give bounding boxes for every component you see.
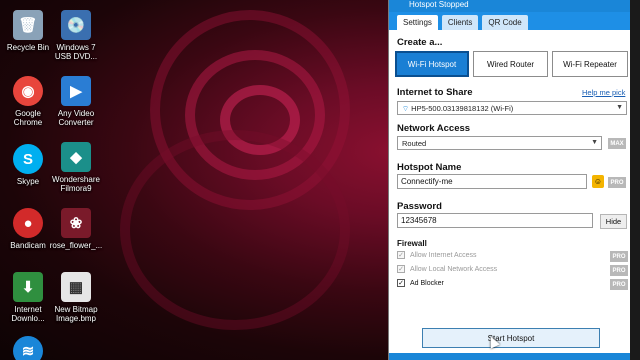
desktop-icon-bitmap-image[interactable]: ▦ New Bitmap Image.bmp bbox=[48, 272, 104, 323]
internet-select[interactable]: ⌔ HP5-500.03139818132 (Wi-Fi) ▼ bbox=[397, 101, 627, 115]
emoji-icon[interactable]: ☺ bbox=[592, 175, 604, 188]
create-title: Create a... bbox=[397, 37, 443, 48]
idm-icon: ⬇ bbox=[13, 272, 43, 302]
desktop-icon-usb-dvd-tool[interactable]: 💿 Windows 7 USB DVD... bbox=[48, 10, 104, 61]
ad-blocker-checkbox[interactable]: ✓ bbox=[397, 279, 405, 287]
chevron-down-icon: ▼ bbox=[616, 104, 623, 111]
bitmap-file-icon: ▦ bbox=[61, 272, 91, 302]
image-file-icon: ❀ bbox=[61, 208, 91, 238]
bandicam-icon: ● bbox=[13, 208, 43, 238]
desktop-icon-rose-image[interactable]: ❀ rose_flower_... bbox=[48, 208, 104, 250]
skype-icon: S bbox=[13, 144, 43, 174]
chrome-icon: ◉ bbox=[13, 76, 43, 106]
desktop-icon-video-converter[interactable]: ▶ Any Video Converter bbox=[48, 76, 104, 127]
usb-dvd-tool-icon: 💿 bbox=[61, 10, 91, 40]
screen-edge bbox=[630, 0, 640, 360]
desktop-icon-filmora[interactable]: ◆ Wondershare Filmora9 bbox=[48, 142, 104, 193]
pro-badge: PRO bbox=[608, 177, 626, 188]
allow-internet-access-row: ✓ Allow Internet Access bbox=[397, 251, 477, 259]
pro-badge: PRO bbox=[610, 279, 628, 290]
wifi-hotspot-button[interactable]: Wi-Fi Hotspot bbox=[395, 51, 469, 77]
connectify-window: Hotspot Stopped Settings Clients QR Code… bbox=[388, 0, 631, 360]
internet-title: Internet to Share bbox=[397, 87, 473, 98]
allow-internet-access-checkbox[interactable]: ✓ bbox=[397, 251, 405, 259]
firewall-title: Firewall bbox=[397, 239, 427, 248]
allow-local-network-access-row: ✓ Allow Local Network Access bbox=[397, 265, 498, 273]
recycle-bin-icon: 🗑 bbox=[13, 10, 43, 40]
wifi-icon: ⌔ bbox=[402, 104, 410, 113]
pro-badge: PRO bbox=[610, 251, 628, 262]
network-access-select[interactable]: Routed ▼ bbox=[397, 136, 602, 150]
chevron-down-icon: ▼ bbox=[591, 139, 598, 146]
tab-settings[interactable]: Settings bbox=[397, 15, 438, 30]
network-access-title: Network Access bbox=[397, 123, 471, 134]
hotspot-name-input[interactable]: Connectify-me bbox=[397, 174, 587, 189]
window-title: Hotspot Stopped bbox=[389, 0, 630, 12]
start-hotspot-button[interactable]: Start Hotspot bbox=[422, 328, 600, 348]
tab-qr-code[interactable]: QR Code bbox=[482, 15, 528, 30]
filmora-icon: ◆ bbox=[61, 142, 91, 172]
wifi-repeater-button[interactable]: Wi-Fi Repeater bbox=[552, 51, 628, 77]
connectify-icon: ≋ bbox=[13, 336, 43, 360]
status-strip bbox=[389, 353, 631, 360]
pro-badge: PRO bbox=[610, 265, 628, 276]
hide-password-button[interactable]: Hide bbox=[600, 214, 627, 229]
max-badge: MAX bbox=[608, 138, 626, 149]
tab-bar: Settings Clients QR Code bbox=[389, 12, 630, 30]
video-converter-icon: ▶ bbox=[61, 76, 91, 106]
help-me-pick-link[interactable]: Help me pick bbox=[582, 88, 625, 97]
hotspot-name-title: Hotspot Name bbox=[397, 162, 462, 173]
ad-blocker-row: ✓ Ad Blocker bbox=[397, 279, 444, 287]
tab-clients[interactable]: Clients bbox=[441, 15, 479, 30]
password-title: Password bbox=[397, 201, 442, 212]
desktop-icon-connectify[interactable]: ≋ bbox=[0, 336, 56, 360]
allow-local-network-access-checkbox[interactable]: ✓ bbox=[397, 265, 405, 273]
wired-router-button[interactable]: Wired Router bbox=[473, 51, 548, 77]
password-input[interactable]: 12345678 bbox=[397, 213, 593, 228]
